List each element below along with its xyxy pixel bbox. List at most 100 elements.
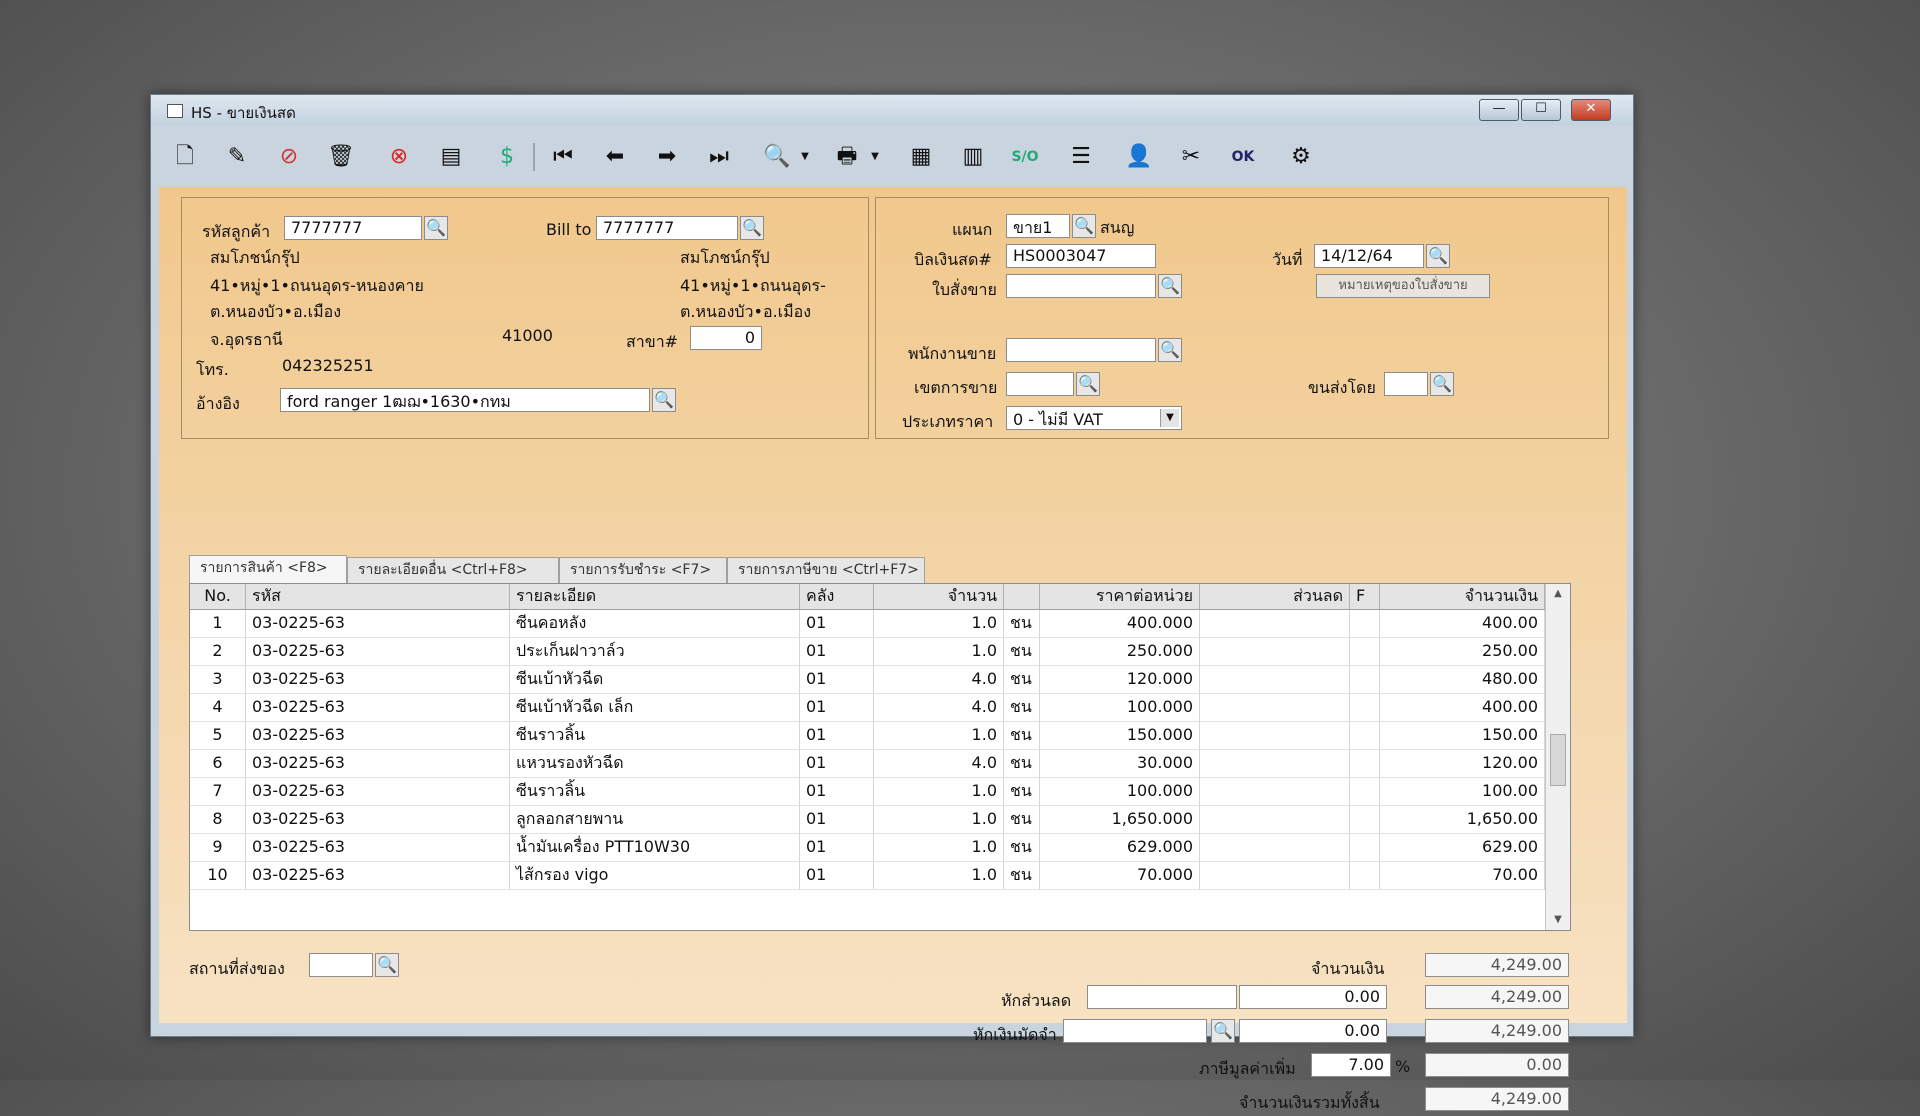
table-row[interactable]: 10 03-0225-63 ไส้กรอง vigo 01 1.0 ชน 70.000 70.… (190, 862, 1545, 890)
bill-to-input[interactable]: 7777777 (596, 216, 738, 240)
ship-by-lookup-icon[interactable]: 🔍 (1430, 372, 1454, 396)
cell-price[interactable]: 250.000 (1040, 638, 1200, 666)
sales-zone-lookup-icon[interactable]: 🔍 (1076, 372, 1100, 396)
svg-export-icon[interactable]: S/O (1009, 141, 1041, 173)
deposit-amount-input[interactable]: 0.00 (1239, 1019, 1387, 1043)
cell-no[interactable]: 7 (190, 778, 246, 806)
new-document-icon[interactable]: 🗋 (169, 141, 201, 173)
tab-payments[interactable]: รายการรับชำระ <F7> (559, 557, 727, 583)
cell-price[interactable]: 629.000 (1040, 834, 1200, 862)
cell-f[interactable] (1350, 722, 1380, 750)
cell-price[interactable]: 30.000 (1040, 750, 1200, 778)
cell-f[interactable] (1350, 638, 1380, 666)
cell-unit[interactable]: ชน (1004, 638, 1040, 666)
cell-qty[interactable]: 1.0 (874, 638, 1004, 666)
price-type-select[interactable]: 0 - ไม่มี VAT ▼ (1006, 406, 1182, 430)
cell-price[interactable]: 100.000 (1040, 694, 1200, 722)
cell-price[interactable]: 400.000 (1040, 610, 1200, 638)
cell-desc[interactable]: น้ำมันเครื่อง PTT10W30 (510, 834, 800, 862)
cell-wh[interactable]: 01 (800, 666, 874, 694)
cell-unit[interactable]: ชน (1004, 722, 1040, 750)
cell-disc[interactable] (1200, 862, 1350, 890)
cell-no[interactable]: 2 (190, 638, 246, 666)
calculator-icon[interactable]: ▦ (905, 141, 937, 173)
bill-to-lookup-icon[interactable]: 🔍 (740, 216, 764, 240)
cell-desc[interactable]: ประเก็นฝาวาล์ว (510, 638, 800, 666)
cell-qty[interactable]: 4.0 (874, 694, 1004, 722)
cell-amount[interactable]: 100.00 (1380, 778, 1545, 806)
cell-f[interactable] (1350, 778, 1380, 806)
cell-code[interactable]: 03-0225-63 (246, 806, 510, 834)
cell-code[interactable]: 03-0225-63 (246, 638, 510, 666)
cell-unit[interactable]: ชน (1004, 666, 1040, 694)
cell-qty[interactable]: 4.0 (874, 666, 1004, 694)
cell-disc[interactable] (1200, 834, 1350, 862)
sales-order-input[interactable] (1006, 274, 1156, 298)
cell-f[interactable] (1350, 862, 1380, 890)
cell-unit[interactable]: ชน (1004, 750, 1040, 778)
cell-price[interactable]: 70.000 (1040, 862, 1200, 890)
vat-rate-input[interactable]: 7.00 (1311, 1053, 1391, 1077)
last-record-icon[interactable]: ⏭ (703, 141, 735, 173)
list-icon[interactable]: ☰ (1065, 141, 1097, 173)
department-lookup-icon[interactable]: 🔍 (1072, 214, 1096, 238)
tab-sales-tax[interactable]: รายการภาษีขาย <Ctrl+F7> (727, 557, 925, 583)
table-row[interactable]: 5 03-0225-63 ซีนราวลิ้น 01 1.0 ชน 150.000 150.0… (190, 722, 1545, 750)
cell-disc[interactable] (1200, 694, 1350, 722)
cell-no[interactable]: 3 (190, 666, 246, 694)
cell-qty[interactable]: 1.0 (874, 834, 1004, 862)
cell-unit[interactable]: ชน (1004, 610, 1040, 638)
cell-wh[interactable]: 01 (800, 806, 874, 834)
cell-code[interactable]: 03-0225-63 (246, 834, 510, 862)
search-dropdown-icon[interactable]: ▼ (789, 141, 821, 173)
cell-amount[interactable]: 400.00 (1380, 610, 1545, 638)
cell-amount[interactable]: 120.00 (1380, 750, 1545, 778)
table-row[interactable]: 9 03-0225-63 น้ำมันเครื่อง PTT10W30 01 1.0 ชน… (190, 834, 1545, 862)
calendar-icon[interactable]: 🔍 (1426, 244, 1450, 268)
cell-code[interactable]: 03-0225-63 (246, 862, 510, 890)
table-row[interactable]: 7 03-0225-63 ซีนราวลิ้น 01 1.0 ชน 100.000 100.0… (190, 778, 1545, 806)
deposit-text-input[interactable] (1063, 1019, 1207, 1043)
title-bar[interactable]: HS - ขายเงินสด — ☐ ✕ (151, 95, 1633, 125)
sales-zone-input[interactable] (1006, 372, 1074, 396)
table-row[interactable]: 8 03-0225-63 ลูกลอกสายพาน 01 1.0 ชน 1,650.000 1… (190, 806, 1545, 834)
scroll-up-icon[interactable]: ▲ (1546, 584, 1570, 604)
cell-desc[interactable]: ซีนราวลิ้น (510, 778, 800, 806)
cell-code[interactable]: 03-0225-63 (246, 610, 510, 638)
tab-other-details[interactable]: รายละเอียดอื่น <Ctrl+F8> (347, 557, 559, 583)
save-icon[interactable]: ▤ (435, 141, 467, 173)
cell-wh[interactable]: 01 (800, 862, 874, 890)
cell-amount[interactable]: 150.00 (1380, 722, 1545, 750)
chevron-down-icon[interactable]: ▼ (1160, 409, 1179, 427)
ok-icon[interactable]: OK (1227, 141, 1259, 173)
scroll-thumb[interactable] (1550, 734, 1566, 786)
report-icon[interactable]: ▥ (957, 141, 989, 173)
customer-lookup-icon[interactable]: 🔍 (424, 216, 448, 240)
cell-desc[interactable]: ซีนเบ้าหัวฉีด (510, 666, 800, 694)
table-row[interactable]: 6 03-0225-63 แหวนรองหัวฉีด 01 4.0 ชน 30.000 120… (190, 750, 1545, 778)
cell-disc[interactable] (1200, 610, 1350, 638)
cell-code[interactable]: 03-0225-63 (246, 750, 510, 778)
cell-desc[interactable]: ไส้กรอง vigo (510, 862, 800, 890)
cell-desc[interactable]: แหวนรองหัวฉีด (510, 750, 800, 778)
cell-disc[interactable] (1200, 806, 1350, 834)
reference-lookup-icon[interactable]: 🔍 (652, 388, 676, 412)
cell-desc[interactable]: ซีนเบ้าหัวฉีด เล็ก (510, 694, 800, 722)
cell-f[interactable] (1350, 610, 1380, 638)
cell-no[interactable]: 9 (190, 834, 246, 862)
cell-no[interactable]: 4 (190, 694, 246, 722)
cancel-icon[interactable]: ⊗ (383, 141, 415, 173)
void-icon[interactable]: ⊘ (273, 141, 305, 173)
cell-code[interactable]: 03-0225-63 (246, 778, 510, 806)
cell-unit[interactable]: ชน (1004, 806, 1040, 834)
cell-no[interactable]: 5 (190, 722, 246, 750)
cell-amount[interactable]: 629.00 (1380, 834, 1545, 862)
close-button[interactable]: ✕ (1571, 99, 1611, 121)
tools-icon[interactable]: ✂ (1175, 141, 1207, 173)
previous-record-icon[interactable]: ⬅ (599, 141, 631, 173)
cell-no[interactable]: 1 (190, 610, 246, 638)
cell-unit[interactable]: ชน (1004, 778, 1040, 806)
cell-disc[interactable] (1200, 666, 1350, 694)
cell-f[interactable] (1350, 694, 1380, 722)
cell-qty[interactable]: 1.0 (874, 722, 1004, 750)
